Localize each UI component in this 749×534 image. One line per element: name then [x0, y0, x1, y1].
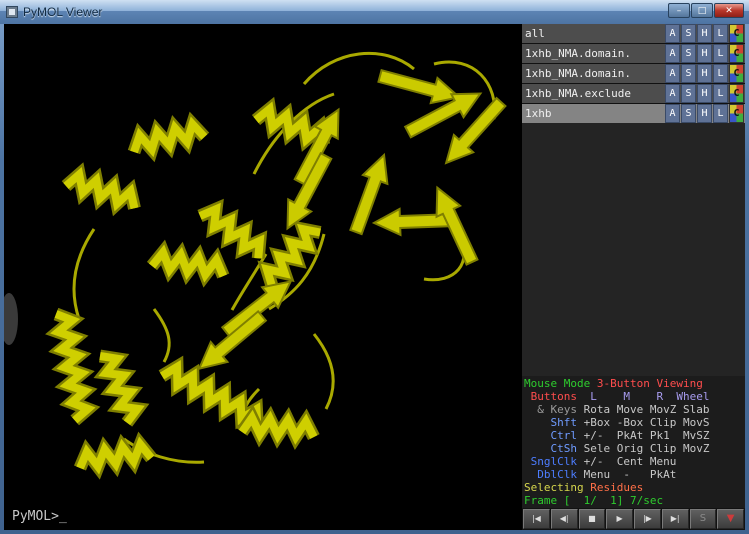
- action-menu-button[interactable]: A: [665, 44, 680, 63]
- rewind-button[interactable]: |◀: [523, 509, 550, 529]
- object-row: 1xhb_NMA.domain. A S H L C: [522, 64, 745, 83]
- show-menu-button[interactable]: S: [681, 64, 696, 83]
- object-actions: A S H L C: [665, 24, 745, 43]
- show-menu-button[interactable]: S: [681, 104, 696, 123]
- object-actions: A S H L C: [665, 84, 745, 103]
- minimize-button[interactable]: –: [668, 3, 690, 18]
- color-menu-button[interactable]: C: [729, 104, 744, 123]
- selecting-toggle[interactable]: Selecting Residues: [524, 481, 745, 494]
- mouse-row-values: +/- PkAt Pk1 MvSZ: [577, 429, 709, 442]
- hide-menu-button[interactable]: H: [697, 64, 712, 83]
- close-icon: ✕: [725, 6, 733, 16]
- object-name-button[interactable]: 1xhb_NMA.exclude: [522, 84, 665, 103]
- object-row: 1xhb A S H L C: [522, 104, 745, 123]
- mouse-row-singleclick: SnglClk +/- Cent Menu: [524, 455, 745, 468]
- mouse-row-ctrl: Ctrl +/- PkAt Pk1 MvSZ: [524, 429, 745, 442]
- mouse-row-values: Sele Orig Clip MovZ: [577, 442, 709, 455]
- object-row: 1xhb_NMA.exclude A S H L C: [522, 84, 745, 103]
- mouse-row-values: Rota Move MovZ Slab: [577, 403, 709, 416]
- minimize-icon: –: [677, 6, 682, 16]
- object-actions: A S H L C: [665, 64, 745, 83]
- client-area: PyMOL>_ all A S H L C 1xhb_NMA.domain.: [4, 24, 745, 530]
- action-menu-button[interactable]: A: [665, 64, 680, 83]
- action-menu-button[interactable]: A: [665, 24, 680, 43]
- title-bar[interactable]: PyMOL Viewer – □ ✕: [0, 0, 749, 24]
- object-name-button[interactable]: 1xhb_NMA.domain.: [522, 44, 665, 63]
- object-row: all A S H L C: [522, 24, 745, 43]
- object-name-button[interactable]: 1xhb_NMA.domain.: [522, 64, 665, 83]
- frame-text: Frame [ 1/ 1] 7/sec: [524, 494, 663, 507]
- label-menu-button[interactable]: L: [713, 84, 728, 103]
- object-row: 1xhb_NMA.domain. A S H L C: [522, 44, 745, 63]
- mouse-mode-panel: Mouse Mode 3-Button Viewing Buttons L M …: [522, 376, 745, 508]
- mouse-row-ctsh: CtSh Sele Orig Clip MovZ: [524, 442, 745, 455]
- mouse-row-keys: & Keys Rota Move MovZ Slab: [524, 403, 745, 416]
- mouse-row-values: +/- Cent Menu: [577, 455, 676, 468]
- object-name-button[interactable]: 1xhb: [522, 104, 665, 123]
- end-button[interactable]: ▶|: [662, 509, 689, 529]
- mouse-row-label: & Keys: [524, 403, 577, 416]
- mouse-row-values: L M R Wheel: [577, 390, 709, 403]
- stop-button[interactable]: ■: [579, 509, 606, 529]
- mouse-row-label: Ctrl: [524, 429, 577, 442]
- movie-controls: |◀ ◀| ■ ▶ |▶ ▶| S ▼: [522, 508, 745, 530]
- action-menu-button[interactable]: A: [665, 84, 680, 103]
- scene-button[interactable]: S: [690, 509, 717, 529]
- label-menu-button[interactable]: L: [713, 64, 728, 83]
- selecting-value: Residues: [590, 481, 643, 494]
- mouse-row-label: SnglClk: [524, 455, 577, 468]
- color-menu-button[interactable]: C: [729, 64, 744, 83]
- play-button[interactable]: ▶: [606, 509, 633, 529]
- maximize-icon: □: [698, 6, 707, 16]
- mouse-row-label: CtSh: [524, 442, 577, 455]
- mouse-row-label: Buttons: [524, 390, 577, 403]
- hide-menu-button[interactable]: H: [697, 24, 712, 43]
- action-menu-button[interactable]: A: [665, 104, 680, 123]
- show-menu-button[interactable]: S: [681, 24, 696, 43]
- color-menu-button[interactable]: C: [729, 24, 744, 43]
- mouse-row-label: Shft: [524, 416, 577, 429]
- object-actions: A S H L C: [665, 44, 745, 63]
- mouse-row-values: Menu - PkAt: [577, 468, 676, 481]
- label-menu-button[interactable]: L: [713, 104, 728, 123]
- color-menu-button[interactable]: C: [729, 44, 744, 63]
- label-menu-button[interactable]: L: [713, 44, 728, 63]
- app-icon: [6, 6, 18, 18]
- close-button[interactable]: ✕: [714, 3, 744, 18]
- window-title: PyMOL Viewer: [23, 5, 102, 19]
- previous-frame-button[interactable]: ◀|: [551, 509, 578, 529]
- viewport[interactable]: PyMOL>_: [4, 24, 520, 530]
- next-frame-button[interactable]: |▶: [634, 509, 661, 529]
- frame-indicator: Frame [ 1/ 1] 7/sec: [524, 494, 745, 507]
- window-controls: – □ ✕: [668, 3, 744, 18]
- mouse-row-label: DblClk: [524, 468, 577, 481]
- object-actions: A S H L C: [665, 104, 745, 123]
- hide-menu-button[interactable]: H: [697, 84, 712, 103]
- show-menu-button[interactable]: S: [681, 44, 696, 63]
- mouse-mode-value: 3-Button Viewing: [590, 377, 703, 390]
- control-panel: all A S H L C 1xhb_NMA.domain. A S H: [520, 24, 745, 530]
- hide-menu-button[interactable]: H: [697, 104, 712, 123]
- selecting-label: Selecting: [524, 481, 590, 494]
- color-menu-button[interactable]: C: [729, 84, 744, 103]
- maximize-button[interactable]: □: [691, 3, 713, 18]
- mouse-mode-label: Mouse Mode: [524, 377, 590, 390]
- command-prompt[interactable]: PyMOL>_: [12, 509, 67, 524]
- object-name-button[interactable]: all: [522, 24, 665, 43]
- mouse-row-shift: Shft +Box -Box Clip MovS: [524, 416, 745, 429]
- movie-menu-button[interactable]: ▼: [717, 509, 744, 529]
- label-menu-button[interactable]: L: [713, 24, 728, 43]
- show-menu-button[interactable]: S: [681, 84, 696, 103]
- object-list: all A S H L C 1xhb_NMA.domain. A S H: [522, 24, 745, 123]
- mouse-row-values: +Box -Box Clip MovS: [577, 416, 709, 429]
- panel-spacer: [522, 123, 745, 376]
- protein-structure: [4, 24, 520, 530]
- mouse-row-doubleclick: DblClk Menu - PkAt: [524, 468, 745, 481]
- pymol-window: PyMOL Viewer – □ ✕: [0, 0, 749, 534]
- mouse-mode-title[interactable]: Mouse Mode 3-Button Viewing: [524, 377, 745, 390]
- mouse-row-buttons: Buttons L M R Wheel: [524, 390, 745, 403]
- hide-menu-button[interactable]: H: [697, 44, 712, 63]
